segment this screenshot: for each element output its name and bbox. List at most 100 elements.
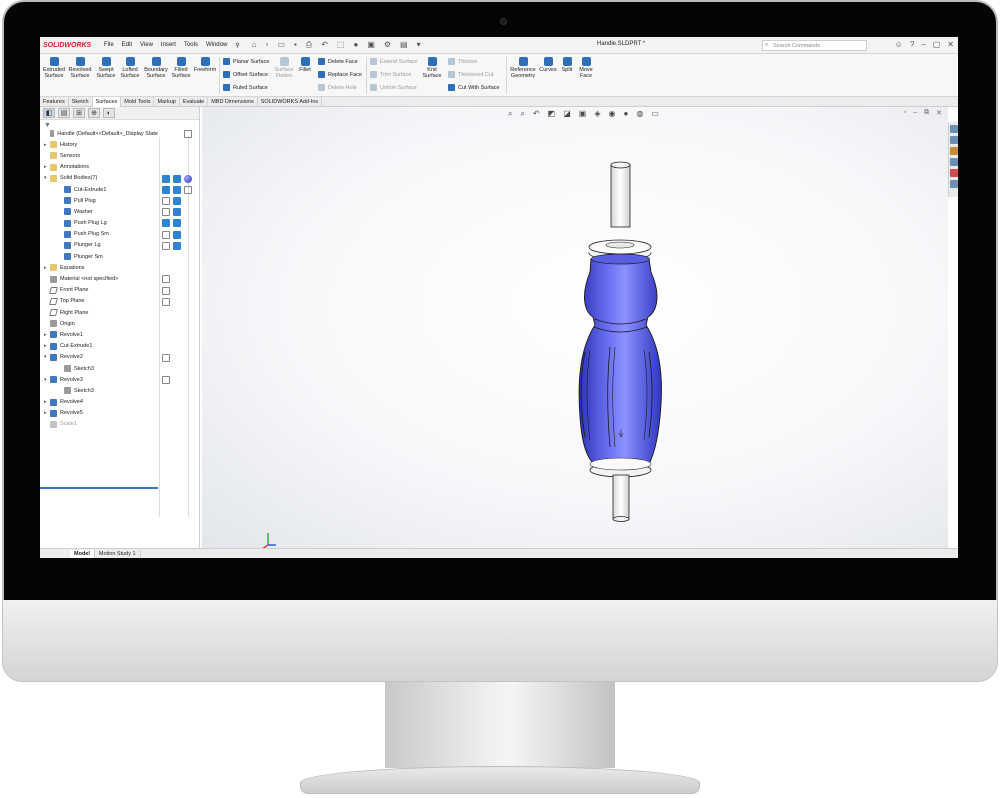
tree-item[interactable]: ▾ Solid Bodies(7)	[40, 173, 158, 184]
display-manager-tab-icon[interactable]: ◐	[103, 108, 115, 118]
options-gear-icon[interactable]: ⚙	[384, 40, 391, 50]
tab-mold-tools[interactable]: Mold Tools	[121, 97, 155, 107]
plane-visibility-icon[interactable]	[162, 297, 170, 306]
tree-item[interactable]: Push Plug Lg	[40, 218, 158, 229]
minimize-icon[interactable]: –	[921, 40, 925, 49]
tree-item[interactable]: Sketch3	[40, 363, 158, 374]
trim-surface-button[interactable]: Trim Surface	[370, 71, 411, 78]
handle-model[interactable]	[202, 107, 948, 548]
rollback-bar[interactable]	[40, 487, 158, 489]
tab-sketch[interactable]: Sketch	[69, 97, 93, 107]
customize-icon[interactable]: ▾	[417, 40, 421, 50]
maximize-icon[interactable]: ▢	[933, 40, 941, 49]
tree-item[interactable]: ▾ Revolve3	[40, 374, 158, 385]
thickened-cut-button[interactable]: Thickened Cut	[448, 71, 493, 78]
file-explorer-icon[interactable]	[950, 147, 958, 155]
tree-item[interactable]: Plunger Lg	[40, 240, 158, 251]
plane-visibility-icon[interactable]	[162, 286, 170, 295]
tree-item[interactable]: ▾ Revolve2	[40, 352, 158, 363]
move-face-button[interactable]: Move Face	[576, 57, 596, 79]
revolved-surface-button[interactable]: Revolved Surface	[68, 57, 92, 79]
knit-surface-button[interactable]: Knit Surface	[421, 57, 443, 79]
body-appearance-icon[interactable]	[173, 219, 181, 228]
planar-surface-button[interactable]: Planar Surface	[223, 58, 269, 65]
tree-item[interactable]: ▸ Equations	[40, 262, 158, 273]
tab-surfaces[interactable]: Surfaces	[92, 97, 122, 107]
body-display-icon[interactable]	[162, 197, 170, 205]
tab-markup[interactable]: Markup	[154, 97, 180, 107]
body-appearance-icon[interactable]	[173, 241, 181, 250]
body-display-icon[interactable]	[162, 219, 170, 228]
untrim-surface-button[interactable]: Untrim Surface	[370, 84, 417, 91]
traffic-light-icon[interactable]: ●	[353, 40, 358, 50]
curves-button[interactable]: Curves	[539, 57, 557, 73]
delete-hole-button[interactable]: Delete Hole	[318, 84, 357, 91]
menu-file[interactable]: File	[104, 42, 114, 49]
extend-surface-button[interactable]: Extend Surface	[370, 58, 418, 65]
lofted-surface-button[interactable]: Lofted Surface	[119, 57, 141, 79]
tab-model[interactable]: Model	[70, 549, 95, 558]
home-icon[interactable]: ⌂	[252, 40, 257, 50]
freeform-button[interactable]: Freeform	[193, 57, 217, 73]
appearance-slot-icon[interactable]	[184, 185, 192, 194]
body-appearance-icon[interactable]	[173, 208, 181, 217]
body-appearance-icon[interactable]	[173, 174, 181, 183]
tree-item[interactable]: ▸ Revolve5	[40, 408, 158, 419]
select-icon[interactable]: ⬚	[337, 40, 345, 50]
property-manager-tab-icon[interactable]: ▤	[58, 108, 70, 118]
reference-geometry-button[interactable]: Reference Geometry	[509, 57, 537, 79]
menu-insert[interactable]: Insert	[161, 42, 176, 49]
boundary-surface-button[interactable]: Boundary Surface	[143, 57, 169, 79]
plane-visibility-icon[interactable]	[162, 275, 170, 284]
body-display-icon[interactable]	[162, 230, 170, 239]
filled-surface-button[interactable]: Filled Surface	[171, 57, 191, 79]
tree-item[interactable]: Sketch3	[40, 385, 158, 396]
feature-manager-tab-icon[interactable]: ◧	[43, 108, 55, 118]
tree-root[interactable]: Handle (Default<<Default>_Display State	[40, 128, 158, 139]
sketch-visibility-icon[interactable]	[162, 353, 170, 362]
extruded-surface-button[interactable]: Extruded Surface	[43, 57, 65, 79]
tree-item[interactable]: ▸ Cut-Extrude1	[40, 341, 158, 352]
close-icon[interactable]: ✕	[947, 40, 954, 49]
appearances-icon[interactable]	[950, 169, 958, 177]
body-display-icon[interactable]	[162, 185, 170, 194]
split-button[interactable]: Split	[559, 57, 575, 73]
fillet-button[interactable]: Fillet	[297, 57, 313, 73]
help-icon[interactable]: ?	[910, 40, 914, 49]
new-document-icon[interactable]: ▫	[266, 40, 269, 50]
sketch-visibility-icon[interactable]	[162, 376, 170, 385]
print-icon[interactable]: ⎙	[306, 40, 312, 50]
tree-item[interactable]: ▸ Revolve1	[40, 329, 158, 340]
dimxpert-tab-icon[interactable]: ⊕	[88, 108, 100, 118]
part-appearance-icon[interactable]	[184, 129, 192, 138]
undo-icon[interactable]: ↶	[321, 40, 328, 50]
tree-item[interactable]: Pull Plug	[40, 195, 158, 206]
tree-item[interactable]: Scale1	[40, 419, 158, 430]
body-display-icon[interactable]	[162, 241, 170, 250]
thicken-button[interactable]: Thicken	[448, 58, 477, 65]
swept-surface-button[interactable]: Swept Surface	[95, 57, 117, 79]
delete-face-button[interactable]: Delete Face	[318, 58, 358, 65]
tree-item[interactable]: Material <not specified>	[40, 273, 158, 284]
tree-item[interactable]: ▸ Revolve4	[40, 397, 158, 408]
tree-item[interactable]: Right Plane	[40, 307, 158, 318]
tree-item[interactable]: Washer	[40, 206, 158, 217]
tree-item[interactable]: ▸ Annotations	[40, 162, 158, 173]
tab-features[interactable]: Features	[40, 97, 69, 107]
tab-mbd-dimensions[interactable]: MBD Dimensions	[208, 97, 258, 107]
tab-evaluate[interactable]: Evaluate	[180, 97, 209, 107]
tree-item[interactable]: Front Plane	[40, 285, 158, 296]
open-icon[interactable]: ▭	[277, 40, 285, 50]
menu-window[interactable]: Window	[206, 42, 227, 49]
screen-icon[interactable]: ▤	[400, 40, 408, 50]
save-icon[interactable]: ▪	[294, 40, 297, 50]
tree-item[interactable]: ▸ History	[40, 139, 158, 150]
menu-view[interactable]: View	[140, 42, 153, 49]
account-icon[interactable]: ☺	[895, 40, 903, 49]
search-commands-input[interactable]: ⌕ Search Commands	[762, 40, 867, 51]
configuration-manager-tab-icon[interactable]: ⊞	[73, 108, 85, 118]
body-display-icon[interactable]	[162, 174, 170, 183]
tree-item[interactable]: Plunger Sm	[40, 251, 158, 262]
view-palette-icon[interactable]	[950, 158, 958, 166]
resources-icon[interactable]	[950, 125, 958, 133]
